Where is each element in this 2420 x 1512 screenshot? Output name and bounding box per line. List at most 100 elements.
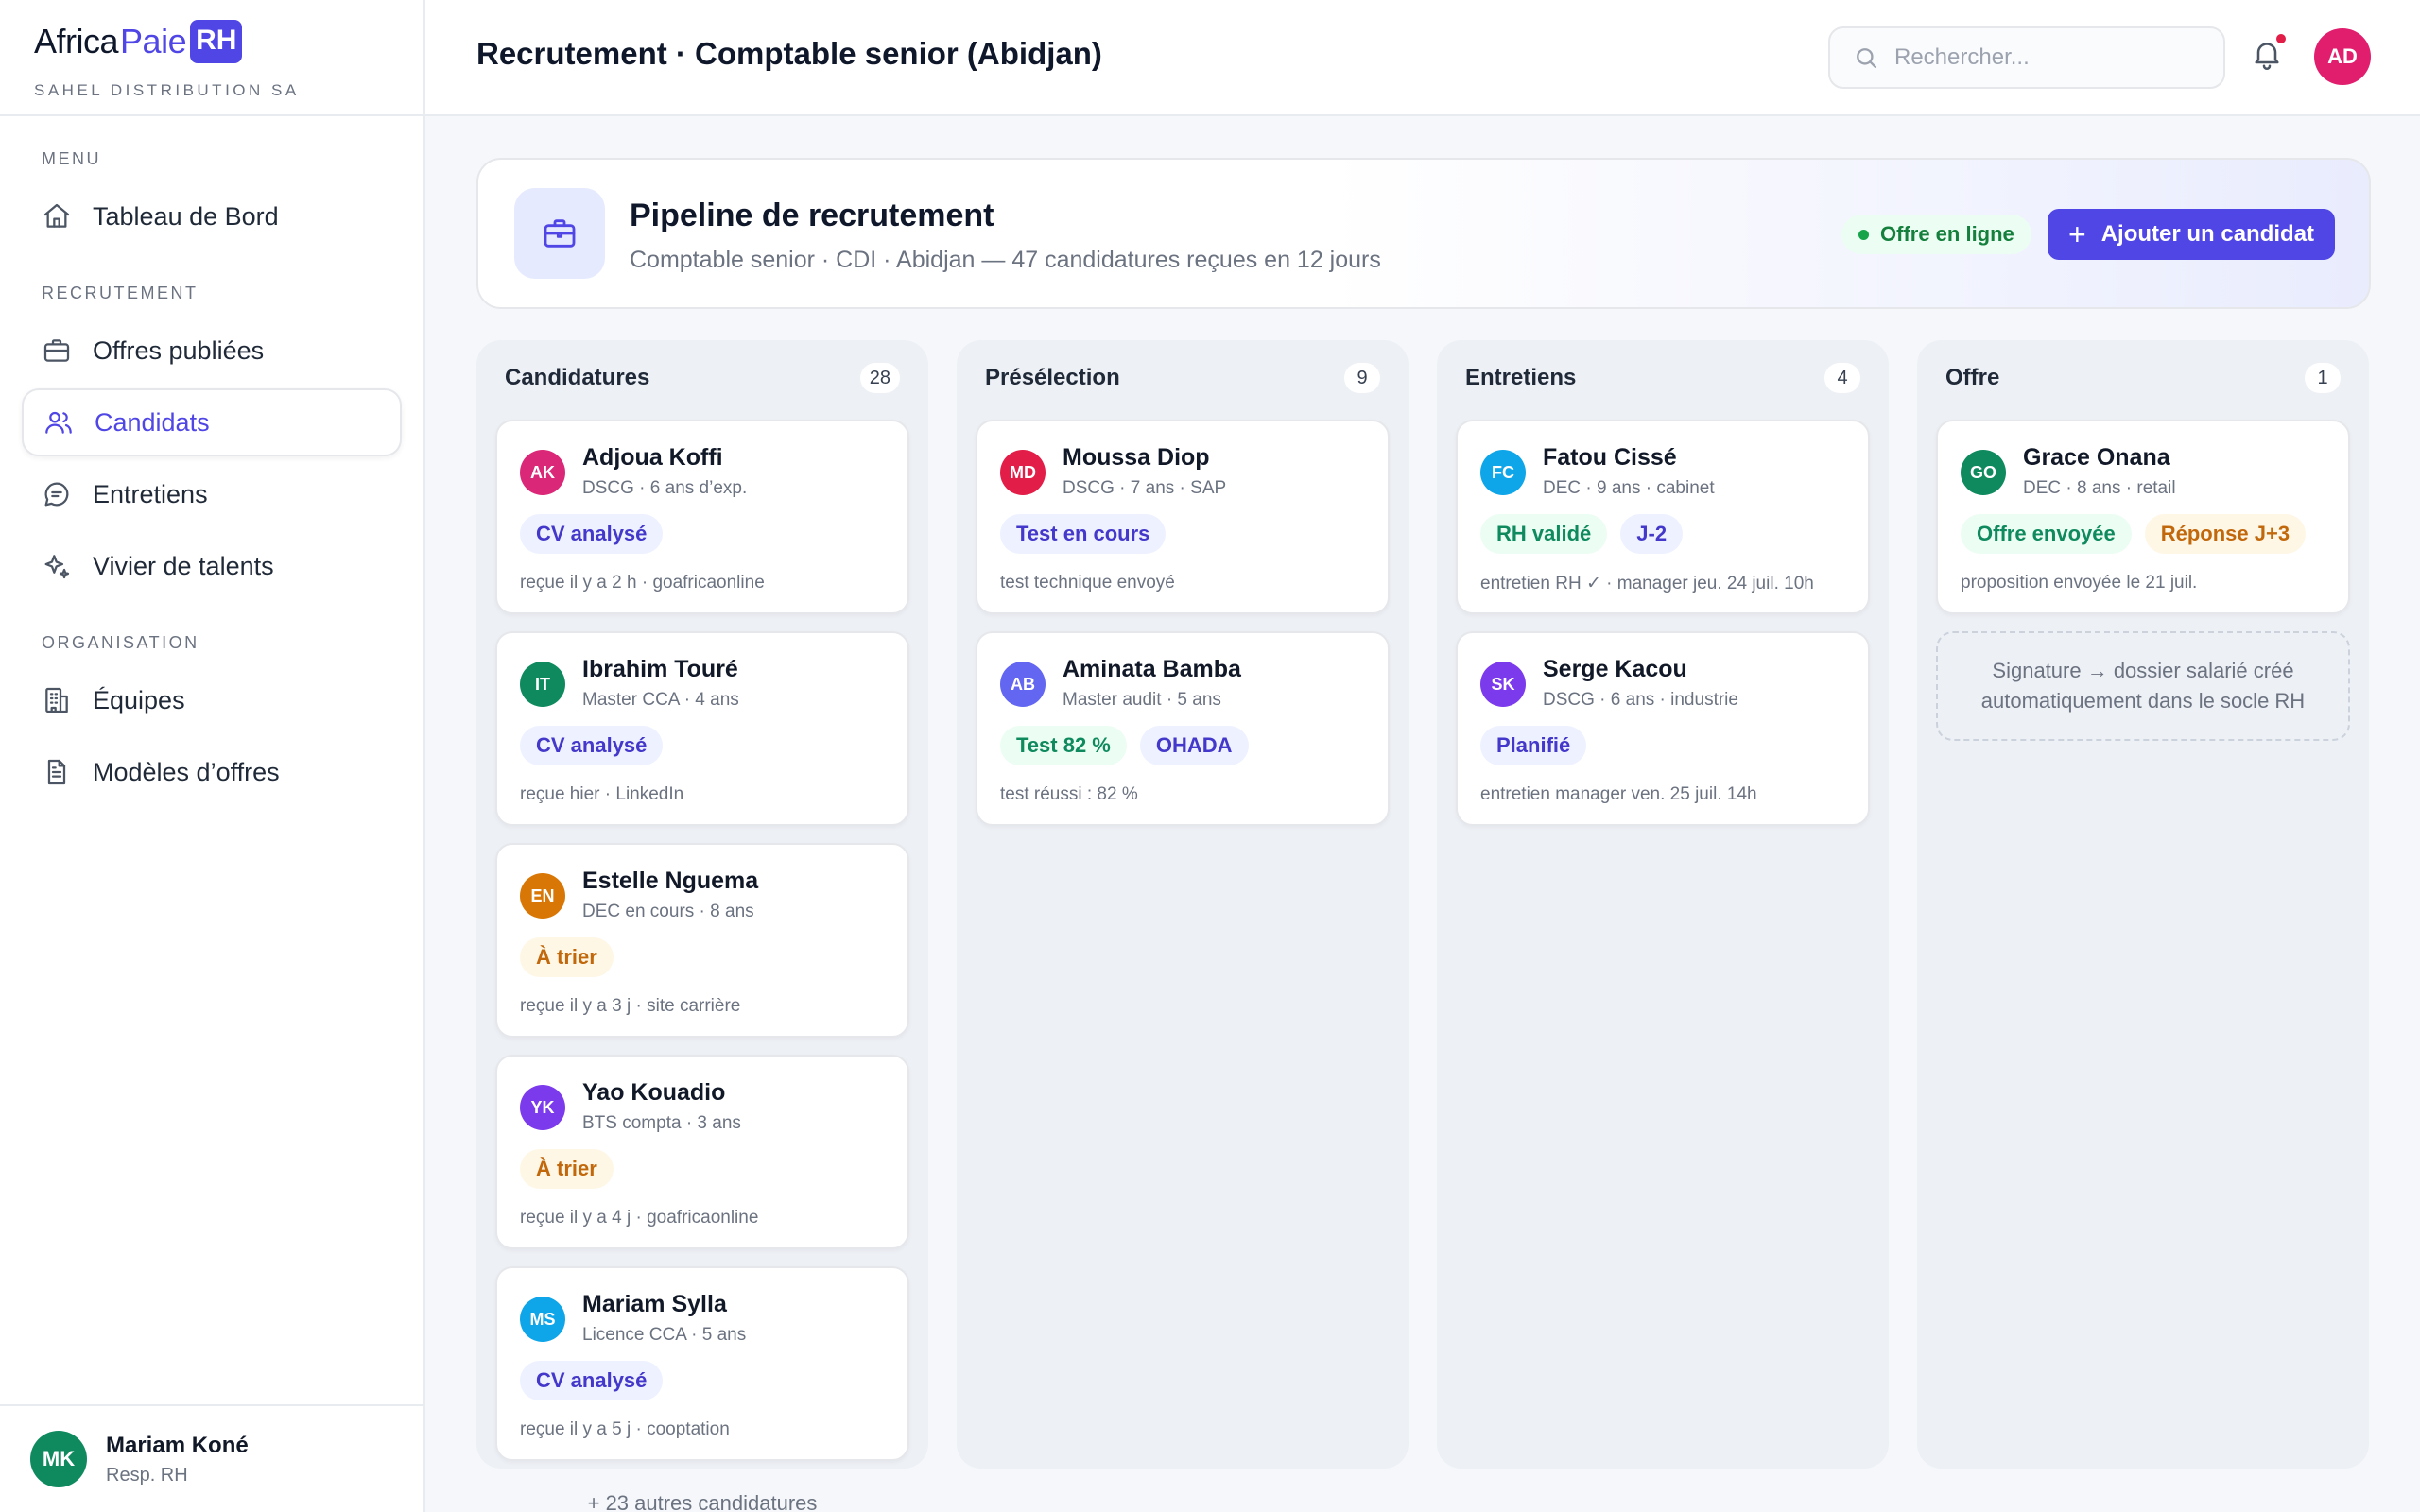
candidate-footnote: reçue il y a 2 h · goafricaonline	[520, 573, 765, 593]
document-icon	[47, 759, 66, 785]
app-logo[interactable]: Africa Paie RH	[34, 19, 424, 64]
candidate-card[interactable]: SK Serge Kacou DSCG · 6 ans · industrie Pla…	[1456, 631, 1870, 826]
avatar: EN	[520, 873, 565, 919]
candidate-card[interactable]: GO Grace Onana DEC · 8 ans · retail Offre e…	[1936, 420, 2350, 614]
candidate-footnote: entretien manager ven. 25 juil. 14h	[1480, 784, 1757, 804]
notification-dot	[2276, 34, 2286, 43]
candidate-footnote: proposition envoyée le 21 juil.	[1961, 573, 2198, 593]
candidate-card[interactable]: MD Moussa Diop DSCG · 7 ans · SAP Test en c…	[976, 420, 1390, 614]
candidate-meta: Master CCA · 4 ans	[582, 690, 739, 710]
candidate-card[interactable]: FC Fatou Cissé DEC · 9 ans · cabinet RH val…	[1456, 420, 1870, 614]
kanban-column[interactable]: Présélection 9 MD Moussa Diop DSCG · 7 ans ·…	[957, 340, 1409, 1469]
page-title: Recrutement · Comptable senior (Abidjan)	[476, 36, 1102, 71]
sidebar-item-label: Tableau de Bord	[93, 201, 279, 231]
pipeline-banner: Pipeline de recrutement Comptable senior…	[476, 158, 2371, 309]
user-role: Resp. RH	[106, 1464, 188, 1486]
status-tag: Réponse J+3	[2144, 514, 2307, 554]
more-candidates-link[interactable]: + 23 autres candidatures	[476, 1491, 928, 1512]
current-user[interactable]: MK Mariam Koné Resp. RH	[0, 1404, 424, 1512]
avatar: MK	[30, 1431, 87, 1487]
candidate-footnote: test technique envoyé	[1000, 573, 1175, 593]
sidebar-item-interviews[interactable]: Entretiens	[22, 460, 402, 528]
add-candidate-label: Ajouter un candidat	[2100, 221, 2315, 247]
top-header: Recrutement · Comptable senior (Abidjan)…	[425, 0, 2420, 116]
nav-section-menu: MENU	[42, 149, 101, 168]
avatar: AK	[520, 450, 565, 495]
sidebar-item-dashboard[interactable]: Tableau de Bord	[22, 182, 402, 250]
column-count-badge: 28	[859, 363, 900, 393]
status-tag: RH validé	[1480, 514, 1608, 554]
status-tag: OHADA	[1139, 726, 1249, 765]
candidate-card[interactable]: AK Adjoua Koffi DSCG · 6 ans d’exp. CV anal…	[495, 420, 909, 614]
notifications-button[interactable]	[2250, 34, 2288, 76]
candidate-name: Ibrahim Touré	[582, 656, 738, 682]
candidate-card[interactable]: IT Ibrahim Touré Master CCA · 4 ans CV anal…	[495, 631, 909, 826]
tag-list: CV analysé	[520, 726, 676, 765]
candidate-meta: DEC · 8 ans · retail	[2023, 478, 2176, 498]
candidate-card[interactable]: EN Estelle Nguema DEC en cours · 8 ans À tr…	[495, 843, 909, 1038]
status-dot	[1858, 229, 1869, 240]
candidate-name: Yao Kouadio	[582, 1079, 726, 1106]
hire-automation-note: Signature → dossier salarié créé automat…	[1936, 631, 2350, 741]
column-title: Candidatures	[505, 365, 650, 390]
status-tag: J-2	[1620, 514, 1684, 554]
profile-avatar[interactable]: AD	[2314, 28, 2371, 85]
candidate-meta: DEC · 9 ans · cabinet	[1543, 478, 1715, 498]
candidate-footnote: entretien RH ✓ · manager jeu. 24 juil. 1…	[1480, 574, 1814, 593]
candidate-meta: Licence CCA · 5 ans	[582, 1325, 747, 1345]
search-box[interactable]	[1828, 26, 2225, 89]
column-title: Présélection	[985, 365, 1120, 390]
tag-list: RH validé J-2	[1480, 514, 1696, 554]
avatar: FC	[1480, 450, 1526, 495]
tag-list: Test 82 % OHADA	[1000, 726, 1262, 765]
candidate-meta: Master audit · 5 ans	[1063, 690, 1221, 710]
kanban-column[interactable]: Candidatures 28 AK Adjoua Koffi DSCG · 6 ans…	[476, 340, 928, 1512]
candidate-footnote: test réussi : 82 %	[1000, 784, 1138, 804]
sidebar-item-talent-pool[interactable]: Vivier de talents	[22, 532, 402, 600]
sidebar-item-offers[interactable]: Offres publiées	[22, 317, 402, 385]
offer-status-badge: Offre en ligne	[1841, 215, 2031, 254]
candidate-meta: DEC en cours · 8 ans	[582, 902, 754, 921]
tag-list: Offre envoyée Réponse J+3	[1961, 514, 2319, 554]
status-tag: CV analysé	[520, 726, 664, 765]
user-info: Mariam Koné Resp. RH	[106, 1433, 249, 1486]
status-tag: Test en cours	[1000, 514, 1167, 554]
candidate-meta: BTS compta · 3 ans	[582, 1113, 741, 1133]
banner-subtitle: Comptable senior · CDI · Abidjan — 47 ca…	[630, 247, 1381, 273]
nav-section-organisation: ORGANISATION	[42, 633, 199, 652]
candidate-card[interactable]: YK Yao Kouadio BTS compta · 3 ans À trier re…	[495, 1055, 909, 1249]
candidate-name: Adjoua Koffi	[582, 444, 723, 471]
status-tag: Test 82 %	[1000, 726, 1127, 765]
candidate-meta: DSCG · 6 ans d’exp.	[582, 478, 748, 498]
avatar: IT	[520, 662, 565, 707]
column-title: Offre	[1945, 365, 2000, 390]
sidebar-item-offer-templates[interactable]: Modèles d’offres	[22, 738, 402, 806]
tag-list: CV analysé	[520, 514, 676, 554]
candidate-meta: DSCG · 7 ans · SAP	[1063, 478, 1227, 498]
home-icon	[43, 203, 70, 228]
sidebar-item-label: Modèles d’offres	[93, 757, 280, 786]
tag-list: Test en cours	[1000, 514, 1179, 554]
add-candidate-button[interactable]: + Ajouter un candidat	[2048, 209, 2336, 260]
candidate-card[interactable]: AB Aminata Bamba Master audit · 5 ans Test …	[976, 631, 1390, 826]
brand-area: Africa Paie RH SAHEL DISTRIBUTION SA	[0, 0, 424, 116]
users-icon	[45, 411, 72, 434]
sidebar-item-teams[interactable]: Équipes	[22, 666, 402, 734]
banner-title: Pipeline de recrutement	[630, 198, 994, 233]
sidebar-item-candidates[interactable]: Candidats	[22, 388, 402, 456]
avatar: GO	[1961, 450, 2006, 495]
building-icon	[45, 687, 68, 713]
briefcase-icon	[514, 188, 605, 279]
chat-bubble-icon	[44, 482, 69, 507]
tag-list: Planifié	[1480, 726, 1599, 765]
kanban-column[interactable]: Offre 1 GO Grace Onana DEC · 8 ans · retail O…	[1917, 340, 2369, 1469]
search-input[interactable]	[1894, 44, 2206, 71]
tag-list: À trier	[520, 937, 627, 977]
kanban-column[interactable]: Entretiens 4 FC Fatou Cissé DEC · 9 ans · ca…	[1437, 340, 1889, 1469]
candidate-footnote: reçue il y a 5 j · cooptation	[520, 1419, 730, 1439]
status-tag: Offre envoyée	[1961, 514, 2132, 554]
main-nav: MENU Tableau de Bord RECRUTEMENT Offres …	[0, 116, 424, 806]
candidate-card[interactable]: MS Mariam Sylla Licence CCA · 5 ans CV anal…	[495, 1266, 909, 1461]
avatar: YK	[520, 1085, 565, 1130]
column-count-badge: 4	[1824, 363, 1860, 393]
